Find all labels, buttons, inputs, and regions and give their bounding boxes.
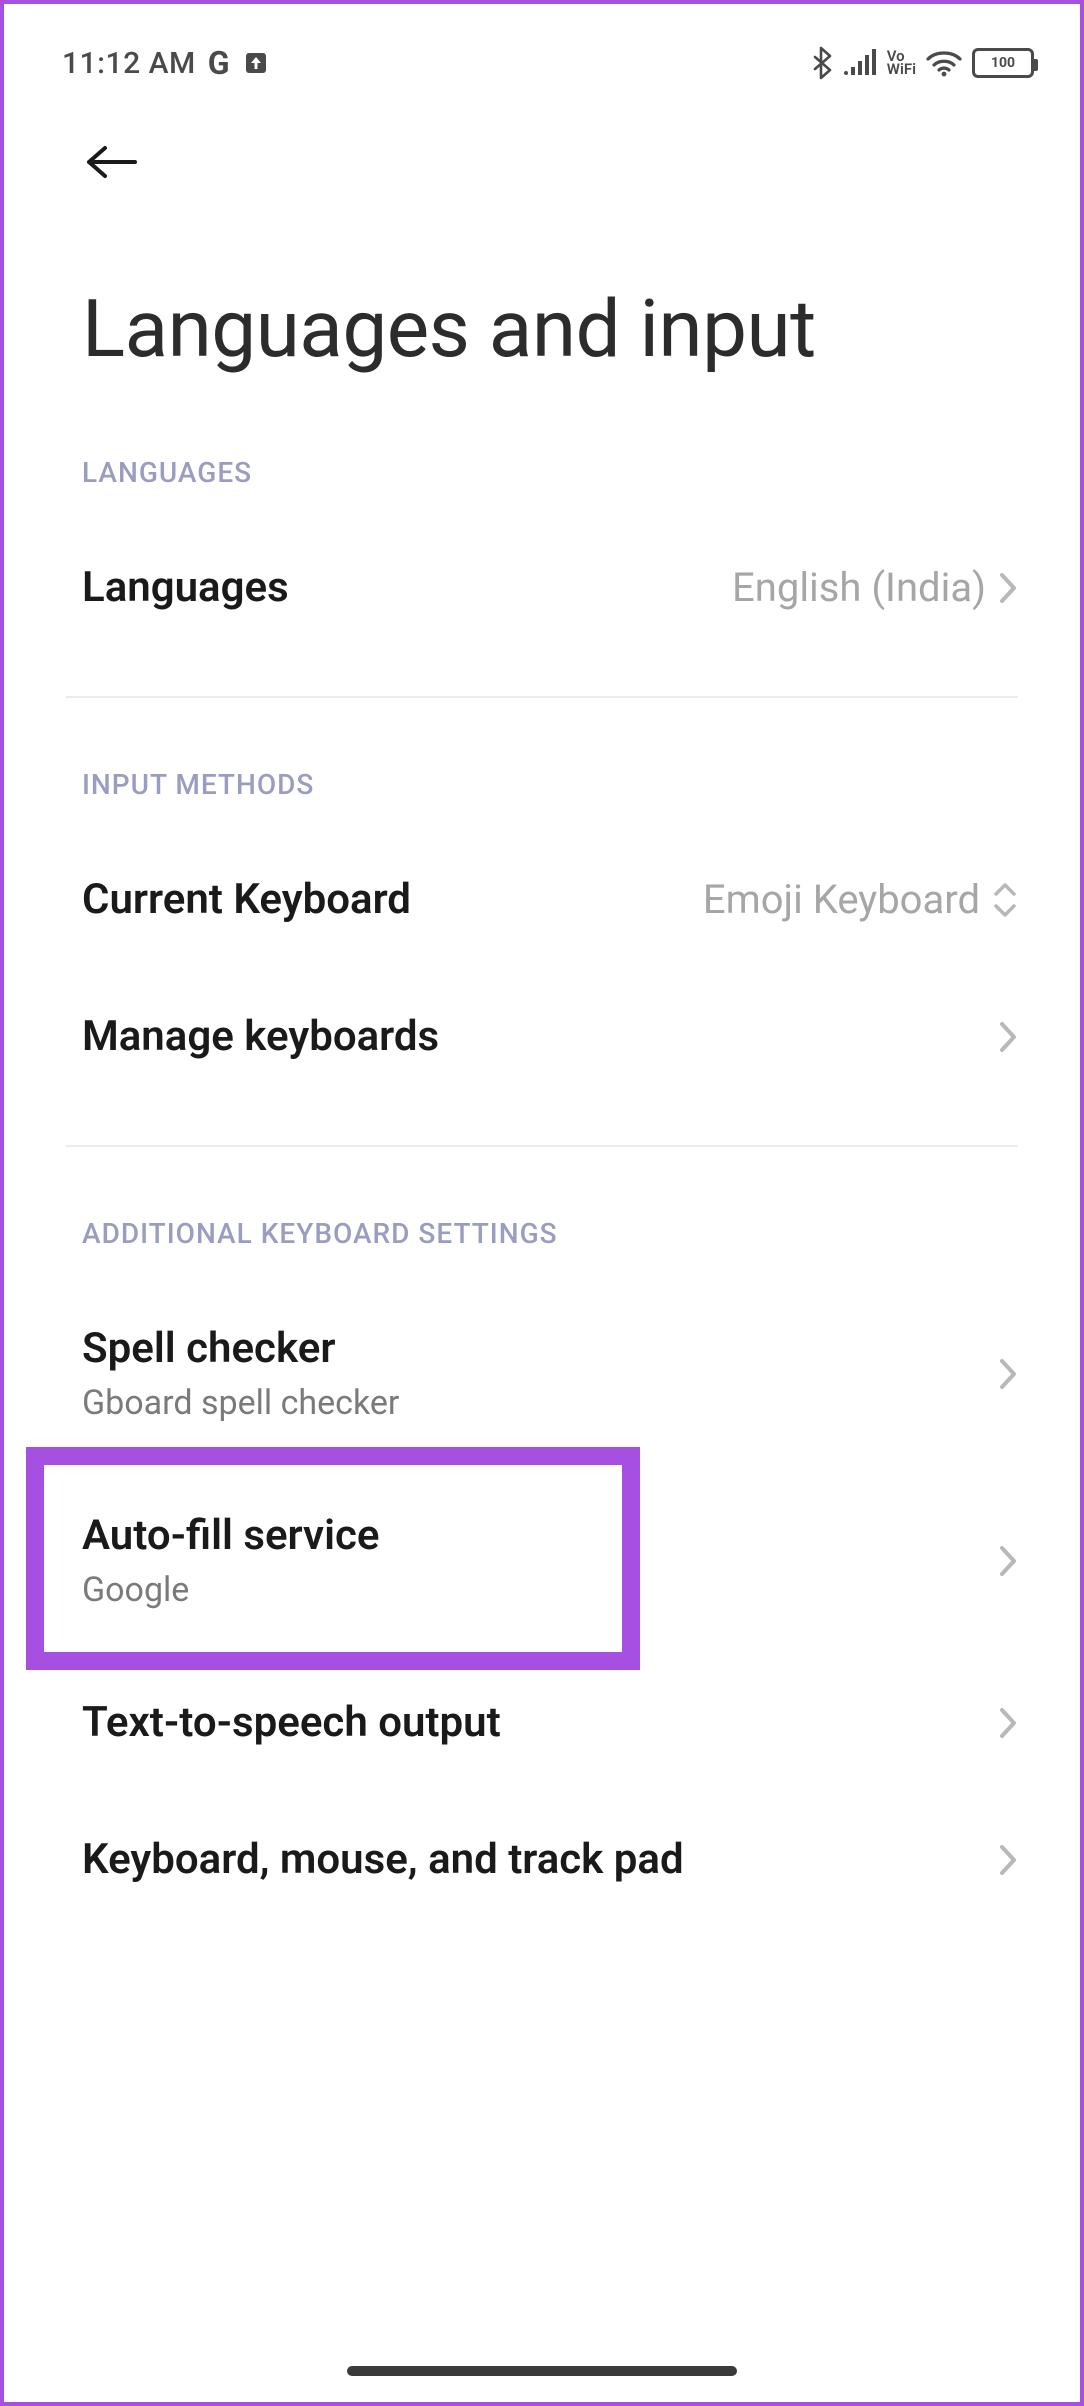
row-label: Languages [82, 563, 289, 612]
chevron-right-icon [998, 1357, 1018, 1391]
row-sub: Google [82, 1570, 379, 1610]
chevron-right-icon [998, 1020, 1018, 1054]
status-bar: 11:12 AM G Vo WiFi [4, 4, 1080, 102]
row-languages[interactable]: Languages English (India) [4, 519, 1080, 656]
google-g-icon: G [208, 44, 230, 82]
row-label: Auto-fill service [82, 1511, 379, 1560]
vowifi-icon: Vo WiFi [887, 50, 916, 77]
home-indicator[interactable] [347, 2366, 737, 2376]
upload-icon [244, 51, 268, 75]
chevron-right-icon [998, 1843, 1018, 1877]
chevron-right-icon [998, 1544, 1018, 1578]
row-spell-checker[interactable]: Spell checker Gboard spell checker [4, 1280, 1080, 1467]
row-current-keyboard[interactable]: Current Keyboard Emoji Keyboard [4, 831, 1080, 968]
wifi-icon [926, 49, 962, 77]
row-manage-keyboards[interactable]: Manage keyboards [4, 968, 1080, 1105]
divider [66, 1145, 1018, 1147]
row-label: Text-to-speech output [82, 1698, 501, 1747]
row-value: English (India) [732, 564, 986, 611]
section-header-additional: ADDITIONAL KEYBOARD SETTINGS [4, 1187, 1080, 1280]
row-keyboard-mouse-trackpad[interactable]: Keyboard, mouse, and track pad [4, 1791, 1080, 1928]
bluetooth-icon [809, 46, 833, 80]
row-auto-fill-service[interactable]: Auto-fill service Google [4, 1467, 1080, 1654]
divider [66, 696, 1018, 698]
chevron-right-icon [998, 1706, 1018, 1740]
back-button[interactable] [82, 132, 142, 192]
row-label: Manage keyboards [82, 1012, 439, 1061]
section-header-languages: LANGUAGES [4, 456, 1080, 519]
signal-icon [843, 49, 877, 77]
row-sub: Gboard spell checker [82, 1383, 399, 1423]
row-value: Emoji Keyboard [703, 876, 980, 923]
up-down-icon [992, 880, 1018, 920]
row-label: Keyboard, mouse, and track pad [82, 1835, 684, 1884]
chevron-right-icon [998, 571, 1018, 605]
battery-icon: 100 [972, 48, 1034, 78]
arrow-left-icon [85, 142, 139, 182]
row-label: Current Keyboard [82, 875, 411, 924]
status-time: 11:12 AM [62, 46, 196, 81]
section-header-input-methods: INPUT METHODS [4, 738, 1080, 831]
page-title: Languages and input [4, 222, 1080, 456]
row-text-to-speech[interactable]: Text-to-speech output [4, 1654, 1080, 1791]
row-label: Spell checker [82, 1324, 399, 1373]
